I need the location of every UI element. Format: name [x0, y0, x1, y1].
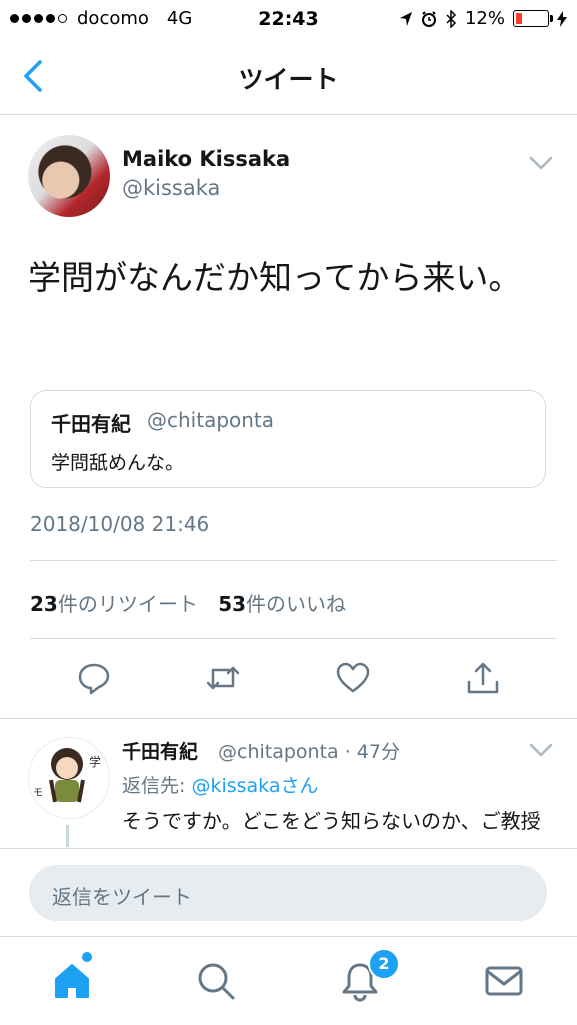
charging-icon	[557, 10, 567, 27]
search-icon[interactable]	[194, 959, 238, 1003]
home-new-indicator	[82, 952, 92, 962]
reply-to-suffix: さん	[280, 775, 319, 797]
reply-input-placeholder: 返信をツイート	[52, 885, 192, 909]
like-icon[interactable]	[335, 660, 371, 696]
status-right: 12%	[399, 8, 567, 29]
tab-bar	[0, 936, 577, 1025]
battery-percent: 12%	[464, 8, 505, 29]
reply-to-prefix: 返信先:	[122, 775, 192, 797]
alarm-icon	[421, 10, 436, 27]
navigation-bar: ツイート	[0, 40, 577, 115]
quoted-tweet-text: 学問舐めんな。	[51, 452, 185, 474]
reply-to-mention[interactable]: @kissaka	[191, 775, 280, 797]
quoted-author-name: 千田有紀	[51, 412, 131, 436]
like-stat[interactable]: 53件のいいね	[218, 592, 346, 616]
thread-line	[66, 825, 69, 847]
reply-tweet-text: そうですか。どこをどう知らないのか、ご教授いただけますか？	[122, 809, 541, 845]
reply-icon[interactable]	[76, 660, 112, 696]
retweet-label: 件のリツイート	[57, 592, 198, 616]
cartoon-avatar-icon: 学 モ	[33, 748, 101, 803]
chevron-down-icon[interactable]	[528, 154, 554, 172]
reply-author-avatar[interactable]: 学 モ	[28, 737, 110, 819]
reply-author-name[interactable]: 千田有紀	[122, 737, 198, 764]
author-name[interactable]: Maiko Kissaka	[122, 147, 290, 171]
page-title: ツイート	[238, 65, 339, 94]
reply-composer-bar: 返信をツイート	[0, 848, 577, 937]
reply-author-handle[interactable]: @chitaponta · 47分	[218, 737, 400, 764]
svg-text:モ: モ	[33, 788, 43, 799]
author-avatar[interactable]	[28, 135, 110, 217]
divider	[30, 560, 557, 561]
divider	[0, 718, 577, 719]
location-icon	[399, 11, 412, 26]
home-icon[interactable]	[50, 959, 94, 1003]
chevron-down-icon[interactable]	[528, 741, 554, 759]
like-count: 53	[218, 592, 247, 616]
tweet-stats: 23件のリツイート 53件のいいね	[30, 588, 346, 617]
tweet-timestamp: 2018/10/08 21:46	[30, 512, 210, 536]
retweet-stat[interactable]: 23件のリツイート	[30, 592, 198, 616]
author-handle[interactable]: @kissaka	[122, 176, 220, 200]
battery-icon	[513, 10, 553, 27]
messages-icon[interactable]	[482, 959, 526, 1003]
quoted-author-handle: @chitaponta	[147, 408, 275, 432]
bluetooth-icon	[446, 9, 457, 28]
divider	[30, 638, 557, 639]
share-icon[interactable]	[465, 660, 501, 696]
retweet-count: 23	[30, 592, 58, 616]
retweet-icon[interactable]	[205, 660, 241, 696]
notification-badge: 2	[368, 948, 400, 980]
status-bar: docomo 4G 22:43 12%	[0, 0, 577, 40]
tweet-text: 学問がなんだか知ってから来い。	[28, 258, 522, 297]
quoted-tweet[interactable]: 千田有紀 @chitaponta 学問舐めんな。	[30, 390, 546, 488]
reply-to-line: 返信先: @kissakaさん	[122, 771, 319, 798]
like-label: 件のいいね	[246, 592, 347, 616]
svg-text:学: 学	[89, 754, 101, 769]
